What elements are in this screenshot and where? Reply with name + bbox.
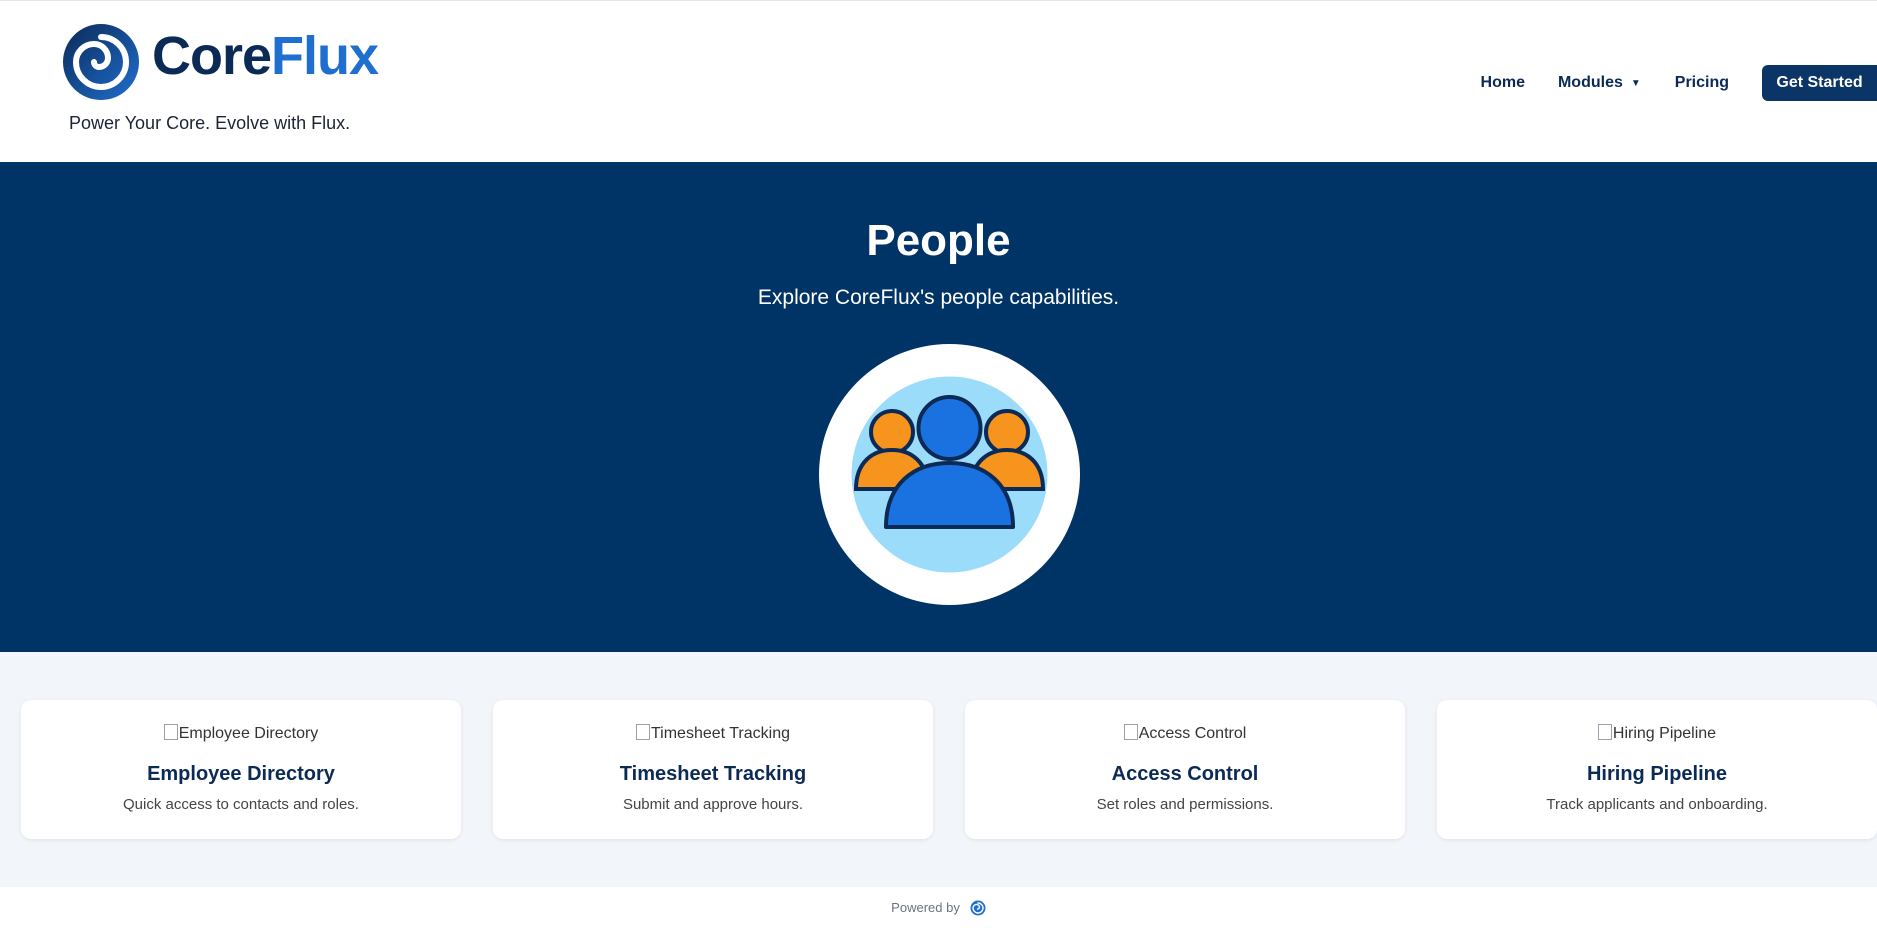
- broken-image-icon: [1123, 724, 1138, 740]
- brand-tagline: Power Your Core. Evolve with Flux.: [69, 113, 351, 133]
- page-subtitle: Explore CoreFlux's people capabilities.: [757, 286, 1120, 309]
- feature-card[interactable]: Access Control Access Control Set roles …: [965, 700, 1405, 839]
- feature-card[interactable]: Hiring Pipeline Hiring Pipeline Track ap…: [1437, 700, 1877, 839]
- feature-description: Submit and approve hours.: [622, 796, 804, 813]
- feature-image-alt: Employee Directory: [178, 725, 319, 742]
- feature-title: Employee Directory: [147, 763, 335, 785]
- brand-name-flux: Flux: [271, 26, 379, 86]
- brand-name: CoreFlux: [152, 26, 379, 86]
- feature-image: Employee Directory: [21, 724, 461, 743]
- main-nav: Home Modules ▼ Pricing Get Started: [1481, 65, 1877, 101]
- feature-image: Hiring Pipeline: [1437, 724, 1877, 743]
- features-section: Employee Directory Employee Directory Qu…: [0, 652, 1877, 887]
- brand-name-core: Core: [152, 26, 272, 86]
- brand-logo[interactable]: CoreFlux Power Your Core. Evolve with Fl…: [62, 23, 382, 138]
- feature-image: Access Control: [965, 724, 1405, 743]
- page-title: People: [866, 216, 1011, 265]
- feature-description: Set roles and permissions.: [1096, 796, 1274, 813]
- feature-image-alt: Access Control: [1138, 725, 1247, 742]
- caret-down-icon: ▼: [1630, 77, 1641, 89]
- feature-title: Access Control: [1111, 763, 1259, 785]
- nav-modules-label: Modules: [1557, 74, 1623, 91]
- feature-title: Hiring Pipeline: [1586, 763, 1728, 785]
- feature-card[interactable]: Employee Directory Employee Directory Qu…: [21, 700, 461, 839]
- get-started-button[interactable]: Get Started: [1762, 65, 1877, 101]
- nav-home-link[interactable]: Home: [1481, 74, 1525, 92]
- site-header: CoreFlux Power Your Core. Evolve with Fl…: [0, 0, 1877, 162]
- feature-card[interactable]: Timesheet Tracking Timesheet Tracking Su…: [493, 700, 933, 839]
- hero-section: People Explore CoreFlux's people capabil…: [0, 162, 1877, 652]
- feature-description: Quick access to contacts and roles.: [123, 796, 359, 813]
- swirl-logo-icon[interactable]: [970, 900, 986, 916]
- nav-pricing-link[interactable]: Pricing: [1675, 74, 1729, 92]
- site-footer: Powered by: [0, 887, 1877, 928]
- feature-image-alt: Timesheet Tracking: [650, 725, 790, 742]
- feature-image: Timesheet Tracking: [493, 724, 933, 743]
- feature-image-alt: Hiring Pipeline: [1612, 725, 1717, 742]
- broken-image-icon: [1597, 724, 1612, 740]
- broken-image-icon: [635, 724, 650, 740]
- hero-illustration: [819, 344, 1080, 605]
- powered-by-text: Powered by: [891, 900, 960, 915]
- broken-image-icon: [163, 724, 178, 740]
- feature-title: Timesheet Tracking: [619, 763, 807, 785]
- nav-modules-dropdown[interactable]: Modules ▼: [1558, 74, 1641, 92]
- people-group-icon: [851, 376, 1048, 573]
- feature-description: Track applicants and onboarding.: [1546, 796, 1768, 813]
- swirl-logo-icon: [63, 24, 139, 100]
